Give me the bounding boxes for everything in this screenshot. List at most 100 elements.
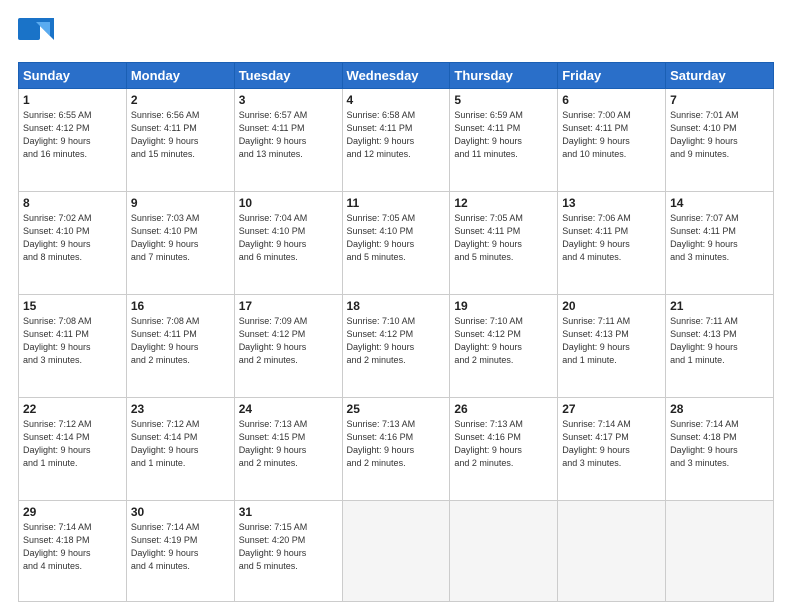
day-info: Sunrise: 7:08 AM Sunset: 4:11 PM Dayligh…	[23, 315, 122, 367]
day-info: Sunrise: 7:05 AM Sunset: 4:10 PM Dayligh…	[347, 212, 446, 264]
calendar-cell: 11 Sunrise: 7:05 AM Sunset: 4:10 PM Dayli…	[342, 192, 450, 295]
calendar-cell: 1 Sunrise: 6:55 AM Sunset: 4:12 PM Daylig…	[19, 89, 127, 192]
day-number: 11	[347, 196, 446, 210]
calendar-week-row: 15 Sunrise: 7:08 AM Sunset: 4:11 PM Dayli…	[19, 295, 774, 398]
day-number: 23	[131, 402, 230, 416]
day-info: Sunrise: 7:03 AM Sunset: 4:10 PM Dayligh…	[131, 212, 230, 264]
calendar-cell: 19 Sunrise: 7:10 AM Sunset: 4:12 PM Dayli…	[450, 295, 558, 398]
day-info: Sunrise: 7:09 AM Sunset: 4:12 PM Dayligh…	[239, 315, 338, 367]
calendar-cell: 16 Sunrise: 7:08 AM Sunset: 4:11 PM Dayli…	[126, 295, 234, 398]
weekday-header-saturday: Saturday	[666, 63, 774, 89]
calendar-cell: 10 Sunrise: 7:04 AM Sunset: 4:10 PM Dayli…	[234, 192, 342, 295]
day-number: 2	[131, 93, 230, 107]
day-number: 1	[23, 93, 122, 107]
day-info: Sunrise: 7:14 AM Sunset: 4:17 PM Dayligh…	[562, 418, 661, 470]
day-number: 7	[670, 93, 769, 107]
day-info: Sunrise: 7:04 AM Sunset: 4:10 PM Dayligh…	[239, 212, 338, 264]
calendar-cell: 22 Sunrise: 7:12 AM Sunset: 4:14 PM Dayli…	[19, 398, 127, 501]
day-info: Sunrise: 6:56 AM Sunset: 4:11 PM Dayligh…	[131, 109, 230, 161]
calendar-cell: 26 Sunrise: 7:13 AM Sunset: 4:16 PM Dayli…	[450, 398, 558, 501]
day-info: Sunrise: 6:55 AM Sunset: 4:12 PM Dayligh…	[23, 109, 122, 161]
calendar-cell: 7 Sunrise: 7:01 AM Sunset: 4:10 PM Daylig…	[666, 89, 774, 192]
calendar-cell: 29 Sunrise: 7:14 AM Sunset: 4:18 PM Dayli…	[19, 501, 127, 602]
day-info: Sunrise: 6:59 AM Sunset: 4:11 PM Dayligh…	[454, 109, 553, 161]
logo	[18, 18, 58, 54]
header	[18, 18, 774, 54]
day-number: 16	[131, 299, 230, 313]
day-info: Sunrise: 7:00 AM Sunset: 4:11 PM Dayligh…	[562, 109, 661, 161]
day-number: 25	[347, 402, 446, 416]
logo-icon	[18, 18, 54, 54]
day-number: 9	[131, 196, 230, 210]
day-number: 28	[670, 402, 769, 416]
day-number: 10	[239, 196, 338, 210]
day-info: Sunrise: 7:02 AM Sunset: 4:10 PM Dayligh…	[23, 212, 122, 264]
calendar-cell: 28Sunrise: 7:14 AM Sunset: 4:18 PM Dayli…	[666, 398, 774, 501]
weekday-header-friday: Friday	[558, 63, 666, 89]
calendar-cell: 17 Sunrise: 7:09 AM Sunset: 4:12 PM Dayli…	[234, 295, 342, 398]
day-number: 22	[23, 402, 122, 416]
calendar-cell	[558, 501, 666, 602]
calendar-week-row: 22 Sunrise: 7:12 AM Sunset: 4:14 PM Dayli…	[19, 398, 774, 501]
calendar-cell: 24Sunrise: 7:13 AM Sunset: 4:15 PM Dayli…	[234, 398, 342, 501]
calendar-cell	[342, 501, 450, 602]
day-number: 3	[239, 93, 338, 107]
day-number: 17	[239, 299, 338, 313]
day-info: Sunrise: 7:14 AM Sunset: 4:19 PM Dayligh…	[131, 521, 230, 573]
calendar-table: SundayMondayTuesdayWednesdayThursdayFrid…	[18, 62, 774, 602]
day-number: 5	[454, 93, 553, 107]
day-number: 20	[562, 299, 661, 313]
calendar-cell	[450, 501, 558, 602]
day-info: Sunrise: 7:14 AM Sunset: 4:18 PM Dayligh…	[23, 521, 122, 573]
calendar-cell: 31Sunrise: 7:15 AM Sunset: 4:20 PM Dayli…	[234, 501, 342, 602]
day-number: 27	[562, 402, 661, 416]
calendar-cell: 5 Sunrise: 6:59 AM Sunset: 4:11 PM Daylig…	[450, 89, 558, 192]
calendar-cell: 12 Sunrise: 7:05 AM Sunset: 4:11 PM Dayli…	[450, 192, 558, 295]
calendar-cell	[666, 501, 774, 602]
day-info: Sunrise: 6:58 AM Sunset: 4:11 PM Dayligh…	[347, 109, 446, 161]
day-number: 12	[454, 196, 553, 210]
day-number: 15	[23, 299, 122, 313]
weekday-header-thursday: Thursday	[450, 63, 558, 89]
day-info: Sunrise: 7:13 AM Sunset: 4:16 PM Dayligh…	[454, 418, 553, 470]
weekday-header-monday: Monday	[126, 63, 234, 89]
calendar-week-row: 29 Sunrise: 7:14 AM Sunset: 4:18 PM Dayli…	[19, 501, 774, 602]
calendar-cell: 25 Sunrise: 7:13 AM Sunset: 4:16 PM Dayli…	[342, 398, 450, 501]
day-number: 19	[454, 299, 553, 313]
day-number: 8	[23, 196, 122, 210]
day-info: Sunrise: 7:07 AM Sunset: 4:11 PM Dayligh…	[670, 212, 769, 264]
day-number: 6	[562, 93, 661, 107]
calendar-cell: 23Sunrise: 7:12 AM Sunset: 4:14 PM Dayli…	[126, 398, 234, 501]
day-info: Sunrise: 7:13 AM Sunset: 4:16 PM Dayligh…	[347, 418, 446, 470]
calendar-week-row: 1 Sunrise: 6:55 AM Sunset: 4:12 PM Daylig…	[19, 89, 774, 192]
calendar-cell: 8 Sunrise: 7:02 AM Sunset: 4:10 PM Daylig…	[19, 192, 127, 295]
day-number: 29	[23, 505, 122, 519]
calendar-cell: 21 Sunrise: 7:11 AM Sunset: 4:13 PM Dayli…	[666, 295, 774, 398]
day-number: 30	[131, 505, 230, 519]
day-info: Sunrise: 6:57 AM Sunset: 4:11 PM Dayligh…	[239, 109, 338, 161]
day-info: Sunrise: 7:11 AM Sunset: 4:13 PM Dayligh…	[670, 315, 769, 367]
calendar-cell: 2 Sunrise: 6:56 AM Sunset: 4:11 PM Daylig…	[126, 89, 234, 192]
day-number: 26	[454, 402, 553, 416]
calendar-cell: 3 Sunrise: 6:57 AM Sunset: 4:11 PM Daylig…	[234, 89, 342, 192]
calendar-cell: 14Sunrise: 7:07 AM Sunset: 4:11 PM Dayli…	[666, 192, 774, 295]
calendar-cell: 15 Sunrise: 7:08 AM Sunset: 4:11 PM Dayli…	[19, 295, 127, 398]
day-info: Sunrise: 7:11 AM Sunset: 4:13 PM Dayligh…	[562, 315, 661, 367]
day-info: Sunrise: 7:10 AM Sunset: 4:12 PM Dayligh…	[347, 315, 446, 367]
day-info: Sunrise: 7:12 AM Sunset: 4:14 PM Dayligh…	[23, 418, 122, 470]
day-info: Sunrise: 7:08 AM Sunset: 4:11 PM Dayligh…	[131, 315, 230, 367]
day-info: Sunrise: 7:10 AM Sunset: 4:12 PM Dayligh…	[454, 315, 553, 367]
calendar-cell: 27 Sunrise: 7:14 AM Sunset: 4:17 PM Dayli…	[558, 398, 666, 501]
calendar-cell: 30 Sunrise: 7:14 AM Sunset: 4:19 PM Dayli…	[126, 501, 234, 602]
calendar-cell: 4Sunrise: 6:58 AM Sunset: 4:11 PM Daylig…	[342, 89, 450, 192]
calendar-cell: 20 Sunrise: 7:11 AM Sunset: 4:13 PM Dayli…	[558, 295, 666, 398]
weekday-header-tuesday: Tuesday	[234, 63, 342, 89]
day-info: Sunrise: 7:05 AM Sunset: 4:11 PM Dayligh…	[454, 212, 553, 264]
day-number: 13	[562, 196, 661, 210]
day-number: 21	[670, 299, 769, 313]
weekday-header-sunday: Sunday	[19, 63, 127, 89]
day-info: Sunrise: 7:01 AM Sunset: 4:10 PM Dayligh…	[670, 109, 769, 161]
day-number: 31	[239, 505, 338, 519]
day-info: Sunrise: 7:06 AM Sunset: 4:11 PM Dayligh…	[562, 212, 661, 264]
day-number: 18	[347, 299, 446, 313]
